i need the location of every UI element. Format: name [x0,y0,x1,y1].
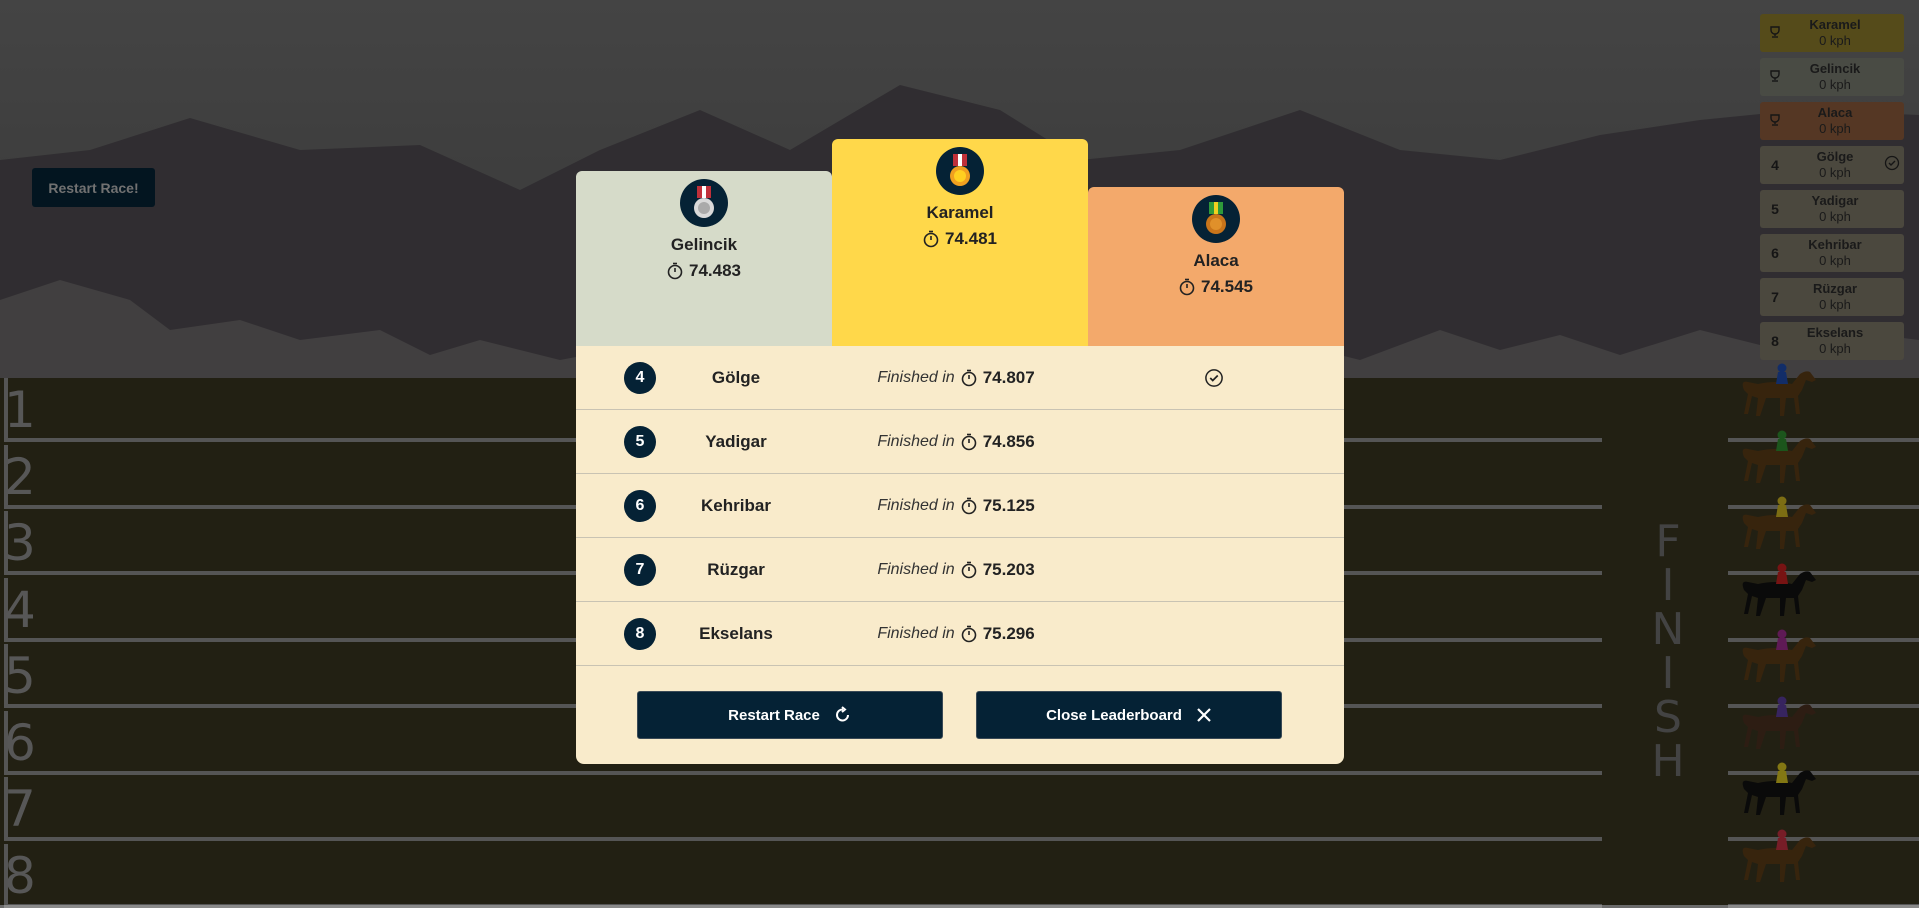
position-badge: 8 [624,618,656,650]
finished-in-label: Finished in [877,369,955,386]
horse-name: Rüzgar [707,560,765,579]
finished-in-label: Finished in [877,497,955,514]
position-badge: 4 [624,362,656,394]
finished-in-label: Finished in [877,625,955,642]
finish-time-value: 74.856 [982,432,1035,451]
podium-first: Karamel 74.481 [832,139,1088,346]
check-badge-icon [1204,368,1224,393]
stopwatch-icon [923,230,939,248]
finished-in-label: Finished in [877,433,955,450]
restart-race-button[interactable]: Restart Race [637,691,943,739]
podium-third-name: Alaca [1193,251,1239,270]
close-leaderboard-label: Close Leaderboard [1046,706,1182,724]
stopwatch-icon [961,625,976,642]
finish-time: Finished in 74.856 [836,410,1076,473]
restart-race-label: Restart Race [728,706,820,724]
result-row: 6 Kehribar Finished in 75.125 [576,474,1344,538]
position-badge: 6 [624,490,656,522]
results-list: 4 Gölge Finished in 74.807 5 Yadigar Finished … [576,346,1344,764]
podium-second-time-row: 74.483 [576,261,832,281]
finish-time-value: 75.125 [982,496,1035,515]
bronze-medal-icon [1192,195,1240,243]
finish-time: Finished in 75.203 [836,538,1076,601]
finish-time: Finished in 75.296 [836,602,1076,665]
finish-time-value: 75.203 [982,560,1035,579]
restart-icon [835,706,849,722]
podium-second-name: Gelincik [670,235,738,254]
position-badge: 7 [624,554,656,586]
horse-name: Kehribar [701,496,771,515]
stopwatch-icon [1179,278,1195,296]
close-icon [1197,708,1211,722]
horse-name: Gölge [711,368,761,387]
leaderboard-modal: Gelincik 74.483 Karamel 74.481 Alaca 74.… [576,138,1344,764]
podium-second-time: 74.483 [689,261,741,280]
result-row: 5 Yadigar Finished in 74.856 [576,410,1344,474]
podium-third-time-row: 74.545 [1088,277,1344,297]
finished-in-label: Finished in [877,561,955,578]
stopwatch-icon [961,561,976,578]
close-leaderboard-button[interactable]: Close Leaderboard [976,691,1282,739]
stopwatch-icon [667,262,683,280]
stopwatch-icon [961,497,976,514]
finish-time: Finished in 74.807 [836,346,1076,409]
podium-first-time: 74.481 [945,229,997,248]
result-row: 4 Gölge Finished in 74.807 [576,346,1344,410]
result-row: 8 Ekselans Finished in 75.296 [576,602,1344,666]
finish-time-value: 75.296 [982,624,1035,643]
podium-third: Alaca 74.545 [1088,187,1344,346]
result-row: 7 Rüzgar Finished in 75.203 [576,538,1344,602]
horse-name: Ekselans [699,624,773,643]
horse-name: Yadigar [705,432,767,451]
podium-first-time-row: 74.481 [832,229,1088,249]
podium-first-name: Karamel [926,203,994,222]
podium-third-time: 74.545 [1201,277,1253,296]
silver-medal-icon [680,179,728,227]
stopwatch-icon [961,369,976,386]
position-badge: 5 [624,426,656,458]
finish-time-value: 74.807 [982,368,1035,387]
gold-medal-icon [936,147,984,195]
finish-time: Finished in 75.125 [836,474,1076,537]
podium-second: Gelincik 74.483 [576,171,832,346]
stopwatch-icon [961,433,976,450]
